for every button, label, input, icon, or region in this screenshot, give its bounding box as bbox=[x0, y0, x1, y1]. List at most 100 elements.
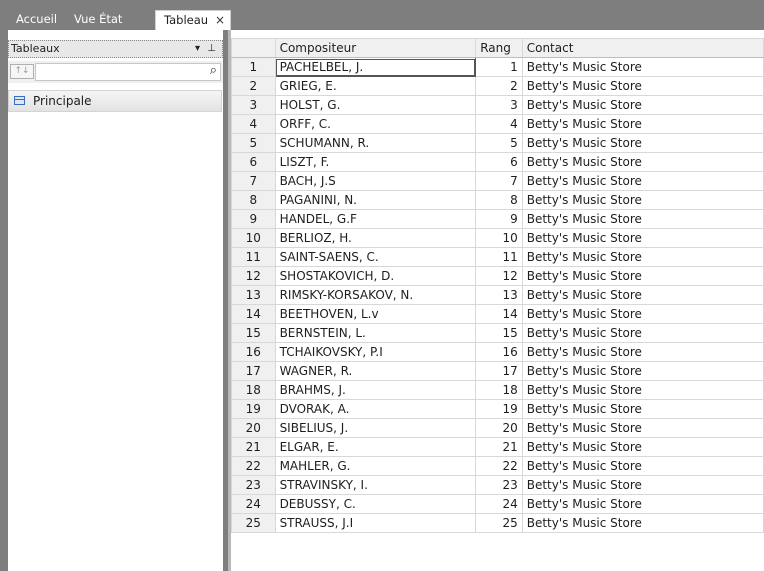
row-number[interactable]: 9 bbox=[231, 209, 276, 229]
composer-cell[interactable]: RIMSKY-KORSAKOV, N. bbox=[274, 285, 477, 305]
row-number[interactable]: 1 bbox=[231, 57, 276, 77]
rank-cell[interactable]: 6 bbox=[475, 152, 523, 172]
composer-cell[interactable]: BERLIOZ, H. bbox=[274, 228, 477, 248]
composer-cell[interactable]: STRAVINSKY, I. bbox=[274, 475, 477, 495]
contact-cell[interactable]: Betty's Music Store bbox=[521, 342, 764, 362]
tab-accueil[interactable]: Accueil bbox=[16, 10, 57, 30]
column-header-rang[interactable]: Rang bbox=[475, 38, 523, 58]
composer-cell[interactable]: STRAUSS, J.I bbox=[274, 513, 477, 533]
contact-cell[interactable]: Betty's Music Store bbox=[521, 361, 764, 381]
row-number[interactable]: 15 bbox=[231, 323, 276, 343]
pin-icon[interactable]: ⊥ bbox=[207, 41, 216, 57]
composer-cell[interactable]: BEETHOVEN, L.v bbox=[274, 304, 477, 324]
contact-cell[interactable]: Betty's Music Store bbox=[521, 475, 764, 495]
table-row[interactable]: 7 BACH, J.S 7 Betty's Music Store bbox=[231, 171, 764, 191]
row-number[interactable]: 4 bbox=[231, 114, 276, 134]
table-row[interactable]: 11 SAINT-SAENS, C. 11 Betty's Music Store bbox=[231, 247, 764, 267]
rank-cell[interactable]: 13 bbox=[475, 285, 523, 305]
table-row[interactable]: 22 MAHLER, G. 22 Betty's Music Store bbox=[231, 456, 764, 476]
rank-cell[interactable]: 22 bbox=[475, 456, 523, 476]
rank-cell[interactable]: 15 bbox=[475, 323, 523, 343]
contact-cell[interactable]: Betty's Music Store bbox=[521, 228, 764, 248]
table-row[interactable]: 8 PAGANINI, N. 8 Betty's Music Store bbox=[231, 190, 764, 210]
table-row[interactable]: 16 TCHAIKOVSKY, P.I 16 Betty's Music Store bbox=[231, 342, 764, 362]
composer-cell[interactable]: BERNSTEIN, L. bbox=[274, 323, 477, 343]
panel-item-principale[interactable]: Principale bbox=[8, 90, 222, 112]
contact-cell[interactable]: Betty's Music Store bbox=[521, 418, 764, 438]
row-number[interactable]: 14 bbox=[231, 304, 276, 324]
contact-cell[interactable]: Betty's Music Store bbox=[521, 399, 764, 419]
corner-header[interactable] bbox=[231, 38, 276, 58]
table-row[interactable]: 21 ELGAR, E. 21 Betty's Music Store bbox=[231, 437, 764, 457]
table-row[interactable]: 4 ORFF, C. 4 Betty's Music Store bbox=[231, 114, 764, 134]
contact-cell[interactable]: Betty's Music Store bbox=[521, 152, 764, 172]
composer-cell[interactable]: BRAHMS, J. bbox=[274, 380, 477, 400]
composer-cell[interactable]: MAHLER, G. bbox=[274, 456, 477, 476]
row-number[interactable]: 2 bbox=[231, 76, 276, 96]
composer-cell[interactable]: SHOSTAKOVICH, D. bbox=[274, 266, 477, 286]
composer-cell[interactable]: DVORAK, A. bbox=[274, 399, 477, 419]
composer-cell[interactable]: PAGANINI, N. bbox=[274, 190, 477, 210]
rank-cell[interactable]: 8 bbox=[475, 190, 523, 210]
contact-cell[interactable]: Betty's Music Store bbox=[521, 57, 764, 77]
column-header-contact[interactable]: Contact bbox=[521, 38, 764, 58]
contact-cell[interactable]: Betty's Music Store bbox=[521, 247, 764, 267]
row-number[interactable]: 6 bbox=[231, 152, 276, 172]
rank-cell[interactable]: 11 bbox=[475, 247, 523, 267]
contact-cell[interactable]: Betty's Music Store bbox=[521, 437, 764, 457]
rank-cell[interactable]: 18 bbox=[475, 380, 523, 400]
contact-cell[interactable]: Betty's Music Store bbox=[521, 304, 764, 324]
contact-cell[interactable]: Betty's Music Store bbox=[521, 133, 764, 153]
row-number[interactable]: 17 bbox=[231, 361, 276, 381]
row-number[interactable]: 18 bbox=[231, 380, 276, 400]
contact-cell[interactable]: Betty's Music Store bbox=[521, 285, 764, 305]
table-row[interactable]: 12 SHOSTAKOVICH, D. 12 Betty's Music Store bbox=[231, 266, 764, 286]
row-number[interactable]: 23 bbox=[231, 475, 276, 495]
rank-cell[interactable]: 17 bbox=[475, 361, 523, 381]
contact-cell[interactable]: Betty's Music Store bbox=[521, 513, 764, 533]
contact-cell[interactable]: Betty's Music Store bbox=[521, 95, 764, 115]
rank-cell[interactable]: 23 bbox=[475, 475, 523, 495]
rank-cell[interactable]: 3 bbox=[475, 95, 523, 115]
row-number[interactable]: 16 bbox=[231, 342, 276, 362]
table-row[interactable]: 17 WAGNER, R. 17 Betty's Music Store bbox=[231, 361, 764, 381]
composer-cell[interactable]: ELGAR, E. bbox=[274, 437, 477, 457]
table-row[interactable]: 18 BRAHMS, J. 18 Betty's Music Store bbox=[231, 380, 764, 400]
table-row[interactable]: 2 GRIEG, E. 2 Betty's Music Store bbox=[231, 76, 764, 96]
table-row[interactable]: 20 SIBELIUS, J. 20 Betty's Music Store bbox=[231, 418, 764, 438]
composer-cell[interactable]: PACHELBEL, J. bbox=[274, 57, 477, 77]
table-row[interactable]: 15 BERNSTEIN, L. 15 Betty's Music Store bbox=[231, 323, 764, 343]
tab-vue-etat[interactable]: Vue État bbox=[74, 10, 122, 30]
row-number[interactable]: 19 bbox=[231, 399, 276, 419]
row-number[interactable]: 21 bbox=[231, 437, 276, 457]
rank-cell[interactable]: 24 bbox=[475, 494, 523, 514]
composer-cell[interactable]: DEBUSSY, C. bbox=[274, 494, 477, 514]
contact-cell[interactable]: Betty's Music Store bbox=[521, 323, 764, 343]
table-row[interactable]: 25 STRAUSS, J.I 25 Betty's Music Store bbox=[231, 513, 764, 533]
rank-cell[interactable]: 21 bbox=[475, 437, 523, 457]
search-input[interactable]: ⌕ bbox=[35, 63, 221, 81]
row-number[interactable]: 13 bbox=[231, 285, 276, 305]
row-number[interactable]: 24 bbox=[231, 494, 276, 514]
table-row[interactable]: 3 HOLST, G. 3 Betty's Music Store bbox=[231, 95, 764, 115]
rank-cell[interactable]: 16 bbox=[475, 342, 523, 362]
composer-cell[interactable]: SCHUMANN, R. bbox=[274, 133, 477, 153]
row-number[interactable]: 11 bbox=[231, 247, 276, 267]
rank-cell[interactable]: 5 bbox=[475, 133, 523, 153]
contact-cell[interactable]: Betty's Music Store bbox=[521, 494, 764, 514]
table-row[interactable]: 9 HANDEL, G.F 9 Betty's Music Store bbox=[231, 209, 764, 229]
rank-cell[interactable]: 10 bbox=[475, 228, 523, 248]
column-header-compositeur[interactable]: Compositeur bbox=[274, 38, 477, 58]
contact-cell[interactable]: Betty's Music Store bbox=[521, 76, 764, 96]
tab-tableau[interactable]: Tableau × bbox=[155, 10, 231, 31]
table-row[interactable]: 19 DVORAK, A. 19 Betty's Music Store bbox=[231, 399, 764, 419]
row-number[interactable]: 12 bbox=[231, 266, 276, 286]
contact-cell[interactable]: Betty's Music Store bbox=[521, 456, 764, 476]
search-icon[interactable]: ⌕ bbox=[210, 63, 217, 78]
table-row[interactable]: 1 PACHELBEL, J. 1 Betty's Music Store bbox=[231, 57, 764, 77]
contact-cell[interactable]: Betty's Music Store bbox=[521, 190, 764, 210]
row-number[interactable]: 25 bbox=[231, 513, 276, 533]
table-row[interactable]: 13 RIMSKY-KORSAKOV, N. 13 Betty's Music Sto… bbox=[231, 285, 764, 305]
table-row[interactable]: 10 BERLIOZ, H. 10 Betty's Music Store bbox=[231, 228, 764, 248]
row-number[interactable]: 8 bbox=[231, 190, 276, 210]
